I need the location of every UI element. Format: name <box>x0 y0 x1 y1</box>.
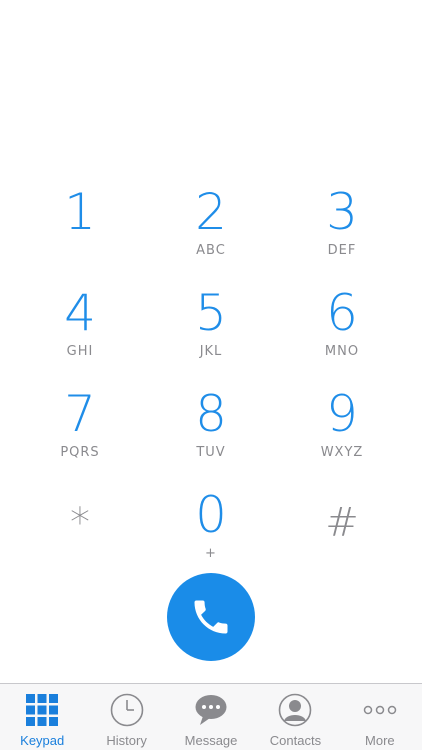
tab-keypad[interactable]: Keypad <box>0 684 84 750</box>
tab-label: Message <box>184 733 238 748</box>
key-digit: 6 <box>326 284 358 342</box>
key-3[interactable]: 3 DEF <box>282 183 402 273</box>
key-0[interactable]: 0 + <box>151 486 271 576</box>
call-button[interactable] <box>167 573 255 661</box>
more-dots-icon <box>362 692 398 728</box>
key-2[interactable]: 2 ABC <box>151 183 271 273</box>
keypad-grid-icon <box>24 692 60 728</box>
key-4[interactable]: 4 GHI <box>20 284 140 374</box>
key-letters: DEF <box>327 243 357 258</box>
key-letters: ABC <box>196 243 226 258</box>
key-letters: PQRS <box>60 445 100 460</box>
tab-label: Keypad <box>20 733 65 748</box>
phone-icon <box>194 600 228 634</box>
key-letters: + <box>205 546 217 561</box>
key-digit: 8 <box>195 385 227 443</box>
key-symbol: * <box>70 500 90 546</box>
key-7[interactable]: 7 PQRS <box>20 385 140 475</box>
dial-keypad: 1 2 ABC 3 DEF 4 GHI 5 JKL 6 MNO 7 PQRS 8… <box>0 0 422 561</box>
key-digit: 2 <box>195 183 227 241</box>
key-letters: MNO <box>324 344 360 359</box>
clock-icon <box>109 692 145 728</box>
tab-label: History <box>106 733 147 748</box>
key-digit: 9 <box>326 385 358 443</box>
key-letters: GHI <box>66 344 94 359</box>
tab-more[interactable]: More <box>338 684 422 750</box>
key-digit: 5 <box>195 284 227 342</box>
phone-dialer-screen: 1 2 ABC 3 DEF 4 GHI 5 JKL 6 MNO 7 PQRS 8… <box>0 0 422 750</box>
tab-message[interactable]: Message <box>169 684 253 750</box>
tab-label: More <box>365 733 395 748</box>
key-star[interactable]: * <box>20 494 140 584</box>
contact-person-icon <box>277 692 313 728</box>
key-8[interactable]: 8 TUV <box>151 385 271 475</box>
key-digit: 1 <box>64 183 96 241</box>
key-6[interactable]: 6 MNO <box>282 284 402 374</box>
chat-bubble-icon <box>193 692 229 728</box>
key-letters: JKL <box>199 344 223 359</box>
tab-history[interactable]: History <box>84 684 168 750</box>
key-digit: 4 <box>64 284 96 342</box>
key-1[interactable]: 1 <box>20 183 140 273</box>
tab-bar: Keypad History Message Contacts More <box>0 683 422 750</box>
key-letters: WXYZ <box>320 445 364 460</box>
key-digit: 3 <box>326 183 358 241</box>
key-hash[interactable]: # <box>282 494 402 584</box>
key-letters: TUV <box>196 445 226 460</box>
key-digit: 0 <box>195 486 227 544</box>
key-5[interactable]: 5 JKL <box>151 284 271 374</box>
key-digit: 7 <box>64 385 96 443</box>
tab-label: Contacts <box>269 733 322 748</box>
tab-contacts[interactable]: Contacts <box>253 684 337 750</box>
key-symbol: # <box>325 500 359 546</box>
key-9[interactable]: 9 WXYZ <box>282 385 402 475</box>
